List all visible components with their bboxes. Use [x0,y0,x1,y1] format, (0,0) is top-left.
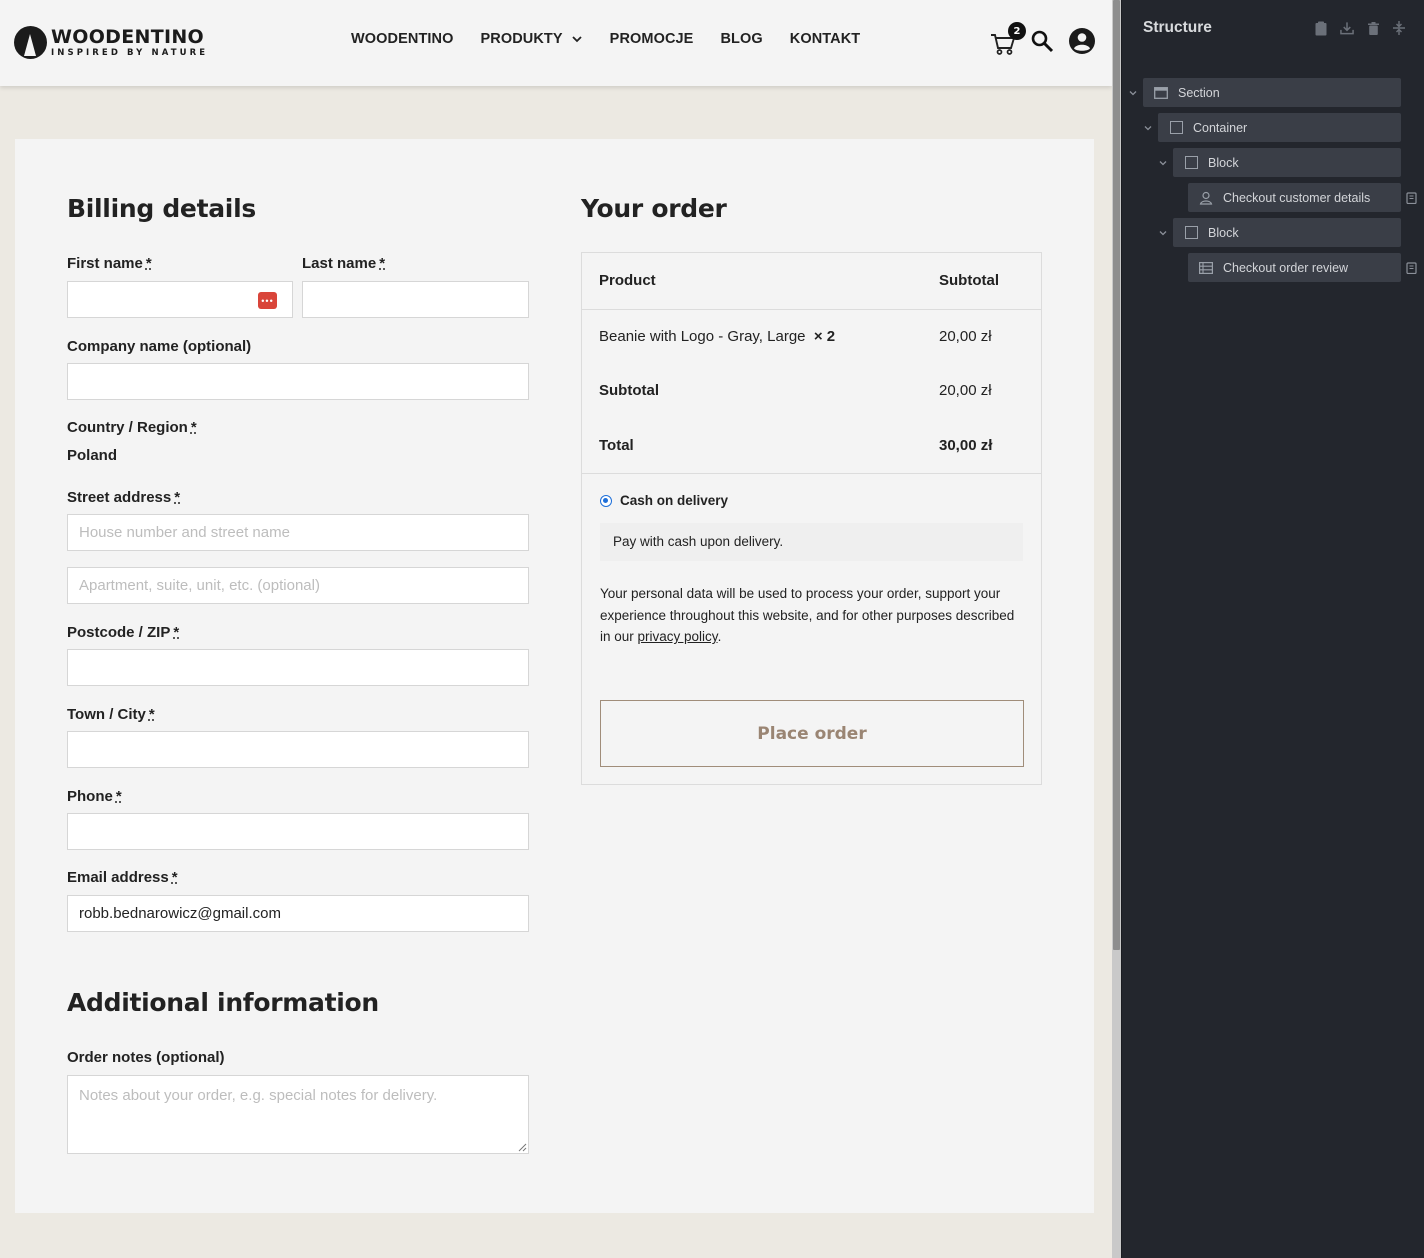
nav-produkty-label: PRODUKTY [480,31,563,47]
order-notes-label: Order notes (optional) [67,1049,225,1066]
tree-item-label: Checkout order review [1223,260,1349,275]
logo-mark-icon [14,26,47,59]
caret-down-icon[interactable] [1158,228,1168,238]
nav-woodentino[interactable]: WOODENTINO [351,31,454,47]
tree-item-label: Checkout customer details [1223,190,1371,205]
privacy-policy-link[interactable]: privacy policy [638,629,718,644]
logo[interactable]: WOODENTINO INSPIRED BY NATURE [14,26,208,59]
element-delete-icon[interactable] [1406,262,1417,274]
street-address-field[interactable]: House number and street name [67,514,529,551]
tree-item-label: Block [1208,225,1239,240]
person-icon [1199,191,1213,205]
clipboard-icon[interactable] [1314,20,1328,36]
logo-tagline: INSPIRED BY NATURE [51,48,209,58]
tree-item-container[interactable]: Container [1158,113,1401,142]
nav-promocje[interactable]: PROMOCJE [610,31,694,47]
page-scrollbar[interactable] [1112,0,1121,1258]
search-icon[interactable] [1030,29,1054,53]
col-product-header: Product [599,272,656,289]
tree-item-section[interactable]: Section [1143,78,1401,107]
order-item-name: Beanie with Logo - Gray, Large × 2 [599,328,836,345]
subtotal-row: Subtotal 20,00 zł [582,366,1041,421]
last-name-field[interactable] [302,281,529,318]
nav-produkty[interactable]: PRODUKTY [481,31,583,47]
total-row: Total 30,00 zł [582,421,1041,474]
caret-down-icon[interactable] [1143,123,1153,133]
order-review-table: Product Subtotal Beanie with Logo - Gray… [581,252,1042,785]
postcode-label: Postcode / ZIP * [67,624,180,641]
additional-info-title: Additional information [67,988,379,1017]
site-viewport: WOODENTINO INSPIRED BY NATURE WOODENTINO… [0,0,1112,1258]
chevron-down-icon [572,36,582,43]
tree-item-label: Section [1178,85,1220,100]
order-table-header: Product Subtotal [582,253,1041,310]
order-item-price: 20,00 zł [939,328,992,345]
city-field[interactable] [67,731,529,768]
tree-item-checkout-order-review[interactable]: Checkout order review [1188,253,1401,282]
email-label: Email address * [67,869,178,886]
nav-kontakt[interactable]: KONTAKT [790,31,861,47]
resize-grip-icon[interactable] [518,1143,527,1152]
company-label: Company name (optional) [67,338,252,355]
postcode-field[interactable] [67,649,529,686]
panel-title: Structure [1143,19,1212,36]
cart-button[interactable]: 2 [990,22,1026,56]
first-name-label: First name * [67,255,152,272]
phone-field[interactable] [67,813,529,850]
country-label: Country / Region * [67,419,197,436]
total-value: 30,00 zł [939,437,993,454]
payment-description: Pay with cash upon delivery. [600,523,1023,561]
block-icon [1184,226,1198,240]
last-name-label: Last name * [302,255,386,272]
nav-blog[interactable]: BLOG [720,31,762,47]
subtotal-label: Subtotal [599,382,659,399]
structure-panel: Structure Section Container Block Checko… [1121,0,1424,1258]
tree-item-block-2[interactable]: Block [1173,218,1401,247]
country-value: Poland [67,447,118,464]
place-order-button[interactable]: Place order [600,700,1024,767]
caret-down-icon[interactable] [1158,158,1168,168]
main-nav: WOODENTINO PRODUKTY PROMOCJE BLOG KONTAK… [351,31,887,47]
street-label: Street address * [67,489,181,506]
first-name-field[interactable]: ••• [67,281,293,318]
company-field[interactable] [67,363,529,400]
subtotal-value: 20,00 zł [939,382,992,399]
list-icon [1199,261,1213,275]
cart-count-badge: 2 [1008,22,1026,40]
order-notes-field[interactable]: Notes about your order, e.g. special not… [67,1075,529,1154]
caret-down-icon[interactable] [1128,88,1138,98]
logo-name: WOODENTINO [51,26,204,48]
download-icon[interactable] [1340,20,1354,36]
password-manager-icon[interactable]: ••• [258,292,277,309]
tree-item-block[interactable]: Block [1173,148,1401,177]
container-icon [1169,121,1183,135]
collapse-icon[interactable] [1392,20,1406,36]
billing-title: Billing details [67,194,256,223]
site-header: WOODENTINO INSPIRED BY NATURE WOODENTINO… [0,0,1112,86]
street-address-2-field[interactable]: Apartment, suite, unit, etc. (optional) [67,567,529,604]
scrollbar-thumb[interactable] [1113,0,1120,950]
tree-item-label: Block [1208,155,1239,170]
account-icon[interactable] [1068,27,1096,55]
col-subtotal-header: Subtotal [939,272,999,289]
email-field[interactable]: robb.bednarowicz@gmail.com [67,895,529,932]
section-icon [1154,86,1168,100]
order-title: Your order [581,194,727,223]
payment-radio[interactable] [600,495,612,507]
phone-label: Phone * [67,788,122,805]
table-row: Beanie with Logo - Gray, Large × 2 20,00… [582,310,1041,366]
total-label: Total [599,437,634,454]
tree-item-checkout-customer-details[interactable]: Checkout customer details [1188,183,1401,212]
city-label: Town / City * [67,706,155,723]
element-delete-icon[interactable] [1406,192,1417,204]
tree-item-label: Container [1193,120,1248,135]
payment-method-label[interactable]: Cash on delivery [620,493,728,508]
block-icon [1184,156,1198,170]
trash-icon[interactable] [1366,20,1380,36]
privacy-notice: Your personal data will be used to proce… [600,586,1015,644]
